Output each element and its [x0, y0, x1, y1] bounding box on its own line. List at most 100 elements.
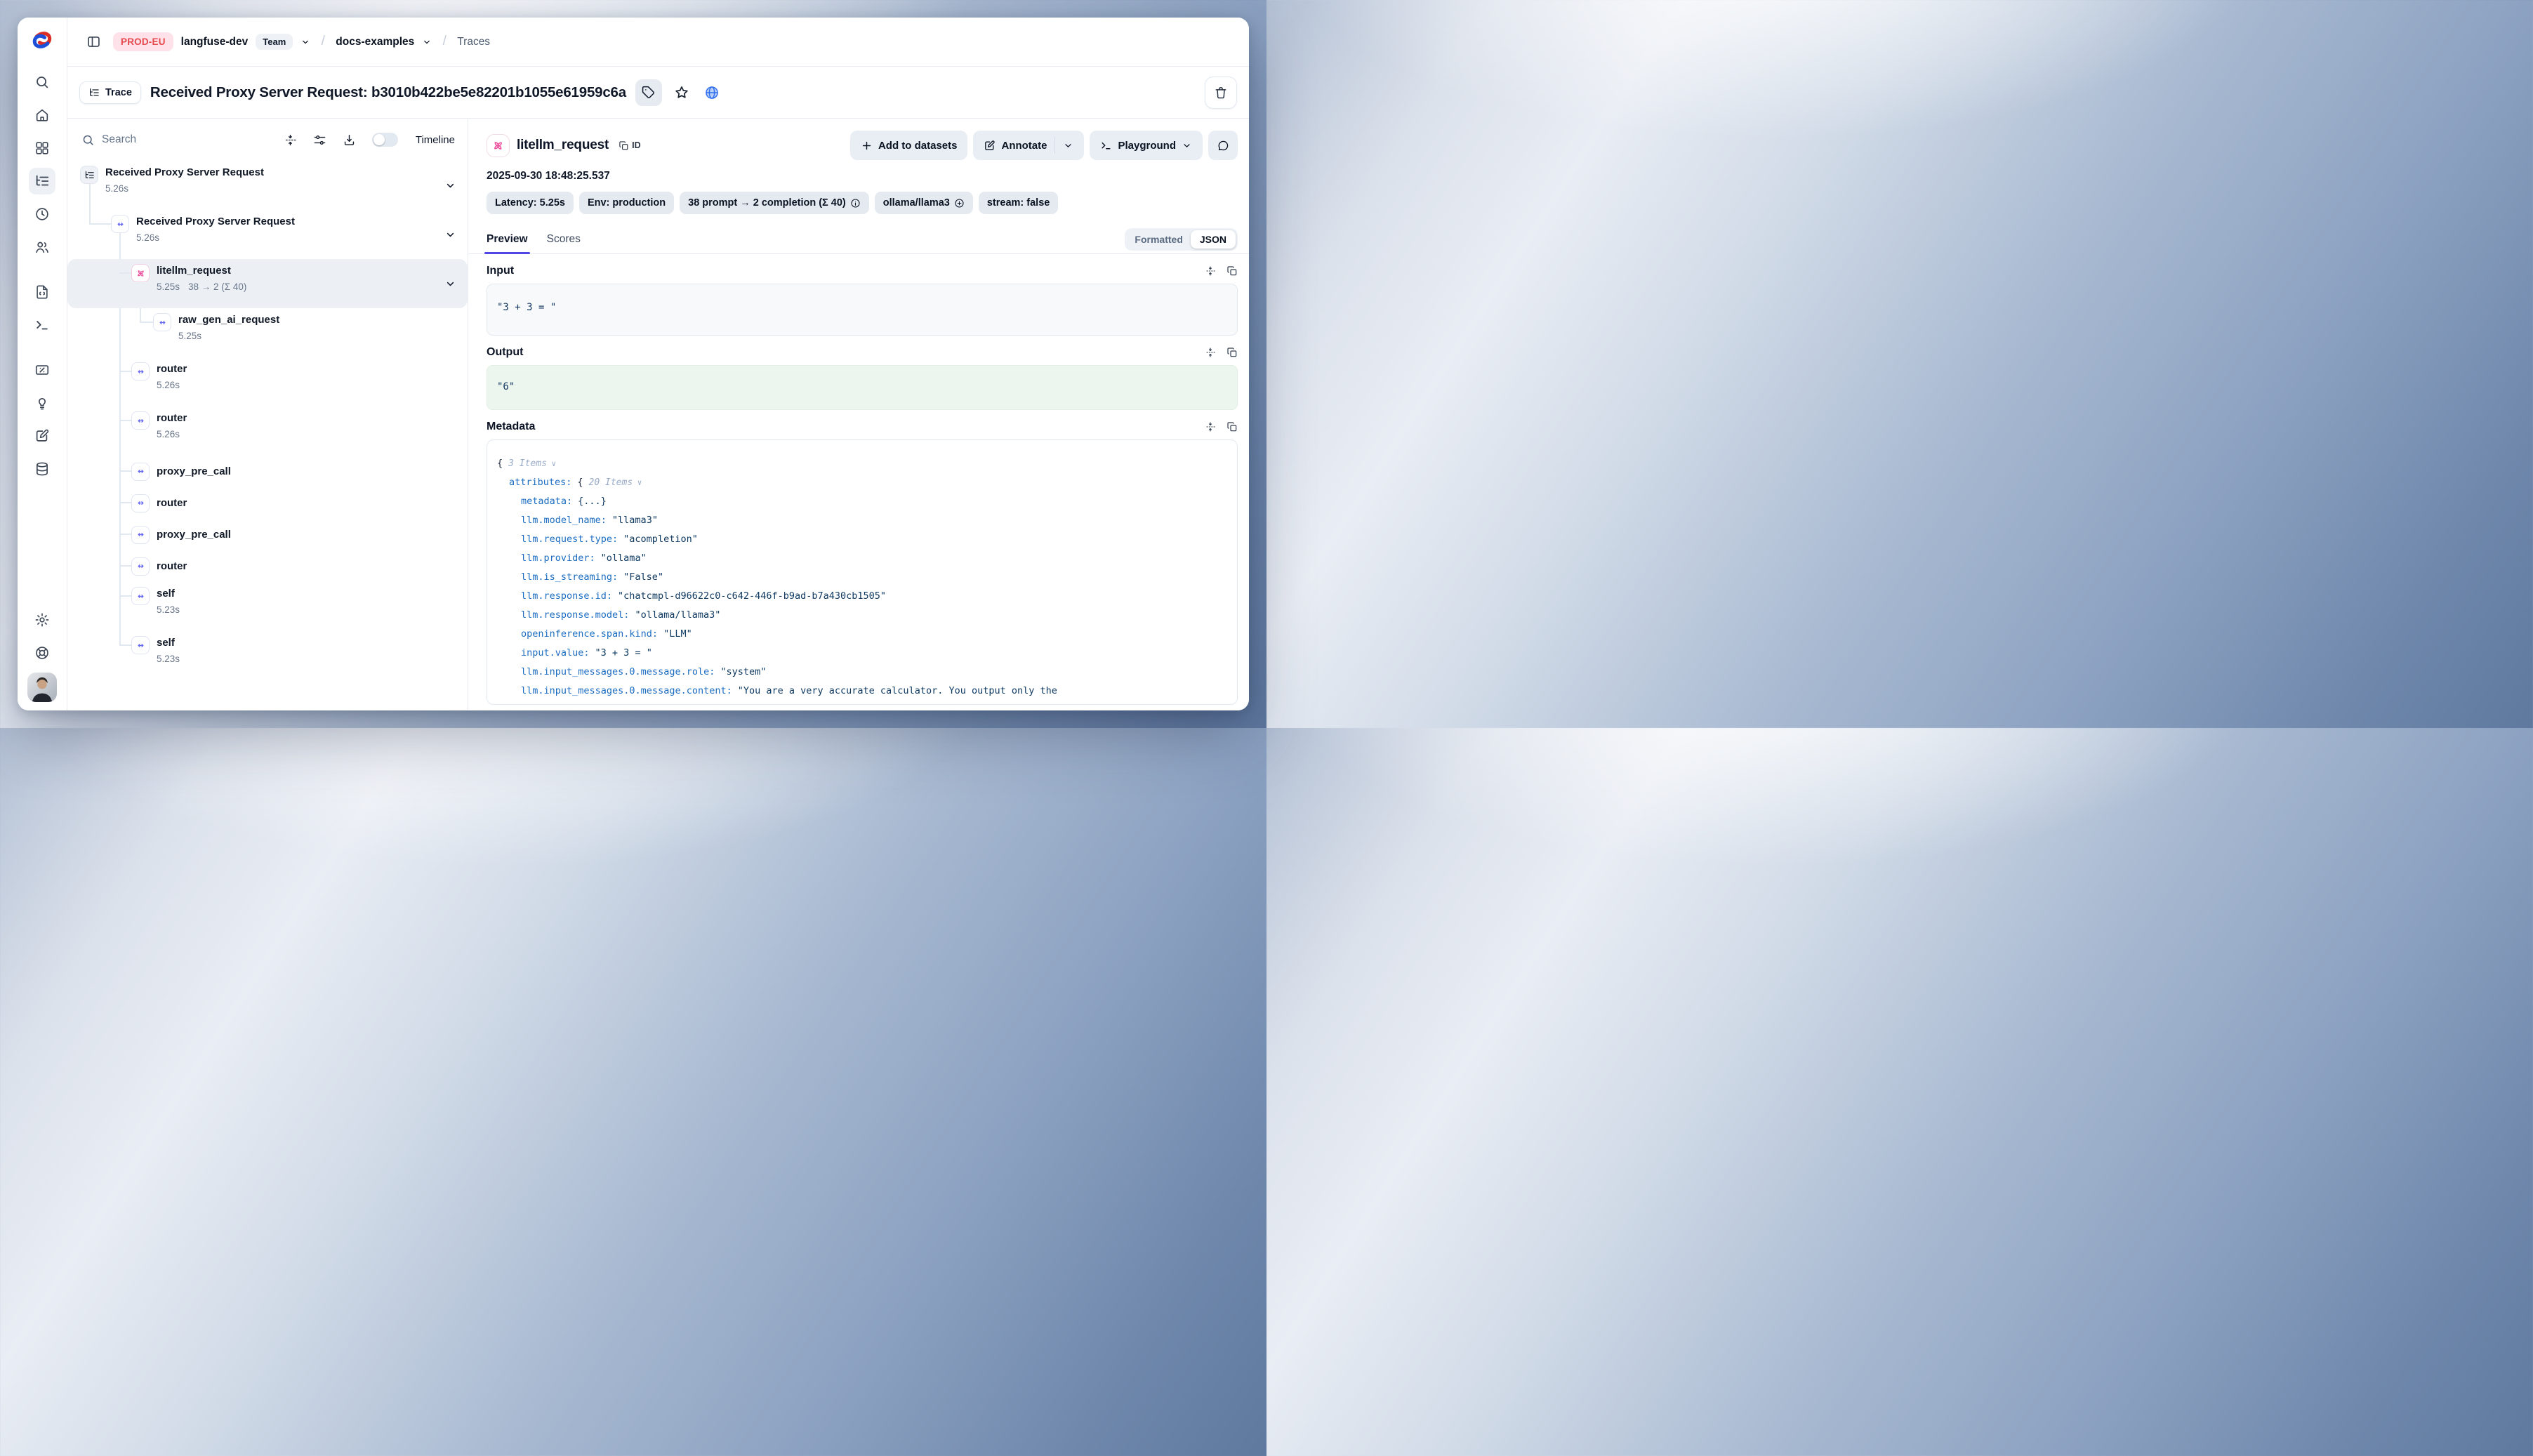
rail-item-search[interactable]	[29, 69, 55, 95]
duration: 5.26s	[105, 183, 128, 194]
tab-scores[interactable]: Scores	[547, 225, 581, 253]
json-line[interactable]: metadata:{...}	[497, 492, 1227, 511]
tree-item-span[interactable]: self5.23s	[67, 631, 468, 680]
bookmark-button[interactable]	[671, 82, 692, 103]
panel-left-icon	[86, 34, 101, 49]
generation-icon	[487, 134, 510, 157]
sidebar-toggle-button[interactable]	[81, 30, 105, 54]
copy-section-button[interactable]	[1226, 265, 1238, 277]
user-avatar[interactable]	[27, 673, 57, 702]
tags-button[interactable]	[635, 79, 662, 106]
copy-section-button[interactable]	[1226, 347, 1238, 358]
collapse-node-button[interactable]	[444, 180, 456, 192]
star-icon	[674, 85, 689, 100]
span-icon	[111, 215, 129, 233]
tree-item-span[interactable]: proxy_pre_call	[67, 519, 468, 550]
json-line[interactable]: llm.response.id:"chatcmpl-d96622c0-c642-…	[497, 587, 1227, 606]
project-dropdown-trigger[interactable]	[422, 37, 432, 47]
rail-item-sessions[interactable]	[29, 201, 55, 227]
json-line[interactable]: llm.input_messages.0.message.role:"syste…	[497, 663, 1227, 682]
rail-item-annotation[interactable]	[29, 423, 55, 449]
json-line[interactable]: llm.is_streaming:"False"	[497, 568, 1227, 587]
download-button[interactable]	[343, 133, 356, 147]
collapse-node-button[interactable]	[444, 229, 456, 241]
rail-item-prompts[interactable]	[29, 279, 55, 305]
tree-item-generation-selected[interactable]: litellm_request5.25s38 → 2 (Σ 40)	[67, 259, 468, 308]
rail-item-tracing[interactable]	[29, 168, 55, 194]
chevron-down-icon	[422, 37, 432, 47]
trace-icon	[80, 166, 98, 184]
tree-item-span[interactable]: router	[67, 550, 468, 582]
view-json-option[interactable]: JSON	[1191, 230, 1236, 249]
collapse-all-button[interactable]	[284, 133, 297, 147]
trace-type-label: Trace	[105, 87, 132, 98]
trace-type-chip[interactable]: Trace	[79, 81, 141, 104]
rail-item-settings[interactable]	[29, 607, 55, 633]
json-line[interactable]: llm.request.type:"acompletion"	[497, 530, 1227, 549]
add-to-datasets-button[interactable]: Add to datasets	[850, 131, 968, 160]
annotate-button-group[interactable]: Annotate	[973, 131, 1084, 160]
org-name[interactable]: langfuse-dev	[181, 36, 249, 48]
duration: 5.25s	[178, 331, 201, 341]
json-line[interactable]: attributes:{20 Items	[497, 473, 1227, 492]
rail-item-support[interactable]	[29, 640, 55, 666]
gear-icon	[34, 612, 50, 628]
latency-badge: Latency: 5.25s	[487, 192, 574, 214]
trash-icon	[1214, 86, 1228, 100]
tree-item-span[interactable]: router	[67, 487, 468, 519]
tree-settings-button[interactable]	[313, 133, 326, 147]
copy-id-button[interactable]: ID	[619, 140, 641, 151]
rail-item-evaluation[interactable]	[29, 357, 55, 383]
collapse-section-button[interactable]	[1205, 265, 1216, 277]
tree-item-span[interactable]: raw_gen_ai_request5.25s	[67, 308, 468, 357]
json-line[interactable]: llm.model_name:"llama3"	[497, 511, 1227, 530]
tree-item-span[interactable]: self5.23s	[67, 582, 468, 631]
annotate-dropdown-trigger[interactable]	[1063, 140, 1073, 151]
playground-button[interactable]: Playground	[1090, 131, 1203, 160]
notebook-pen-icon	[34, 428, 50, 444]
public-share-button[interactable]	[701, 82, 722, 103]
org-type-badge: Team	[256, 34, 293, 50]
json-line[interactable]: llm.provider:"ollama"	[497, 549, 1227, 568]
chevron-down-icon	[1063, 140, 1073, 151]
tree-item-trace-root[interactable]: Received Proxy Server Request5.26s	[67, 161, 468, 210]
json-line[interactable]: openinference.span.kind:"LLM"	[497, 625, 1227, 644]
grid-icon	[34, 140, 50, 156]
json-line[interactable]: input.value:"3 + 3 = "	[497, 644, 1227, 663]
tab-preview[interactable]: Preview	[487, 225, 528, 253]
span-icon	[131, 494, 150, 512]
token-usage-badge[interactable]: 38 prompt → 2 completion (Σ 40)	[680, 192, 869, 214]
rail-item-datasets[interactable]	[29, 456, 55, 482]
json-line[interactable]: llm.input_messages.0.message.content:"Yo…	[497, 682, 1227, 701]
collapse-node-button[interactable]	[444, 278, 456, 290]
rail-item-insights[interactable]	[29, 390, 55, 416]
project-name[interactable]: docs-examples	[336, 36, 414, 48]
input-section-label: Input	[487, 265, 514, 277]
copy-section-button[interactable]	[1226, 421, 1238, 432]
collapse-section-button[interactable]	[1205, 347, 1216, 358]
timeline-toggle[interactable]	[372, 133, 398, 147]
tree-item-span[interactable]: proxy_pre_call	[67, 456, 468, 487]
page-title: Received Proxy Server Request: b3010b422…	[150, 84, 626, 101]
json-line[interactable]: llm.response.model:"ollama/llama3"	[497, 606, 1227, 625]
delete-trace-button[interactable]	[1205, 77, 1237, 109]
breadcrumb-section[interactable]: Traces	[457, 36, 490, 48]
tree-item-span[interactable]: router5.26s	[67, 357, 468, 406]
view-formatted-option[interactable]: Formatted	[1127, 230, 1190, 249]
model-badge[interactable]: ollama/llama3	[875, 192, 973, 214]
org-dropdown-trigger[interactable]	[300, 37, 310, 47]
copy-icon	[1226, 347, 1238, 358]
span-icon	[131, 526, 150, 544]
terminal-icon	[1100, 140, 1112, 152]
tree-search-input[interactable]	[102, 133, 193, 146]
comments-button[interactable]	[1208, 131, 1238, 160]
json-line[interactable]: {3 Items	[497, 454, 1227, 473]
chevron-down-icon	[444, 229, 456, 241]
tree-item-span[interactable]: router5.26s	[67, 406, 468, 456]
rail-item-users[interactable]	[29, 234, 55, 260]
rail-item-playground[interactable]	[29, 312, 55, 338]
collapse-section-button[interactable]	[1205, 421, 1216, 432]
rail-item-dashboards[interactable]	[29, 135, 55, 161]
tree-item-span[interactable]: Received Proxy Server Request5.26s	[67, 210, 468, 259]
rail-item-home[interactable]	[29, 102, 55, 128]
